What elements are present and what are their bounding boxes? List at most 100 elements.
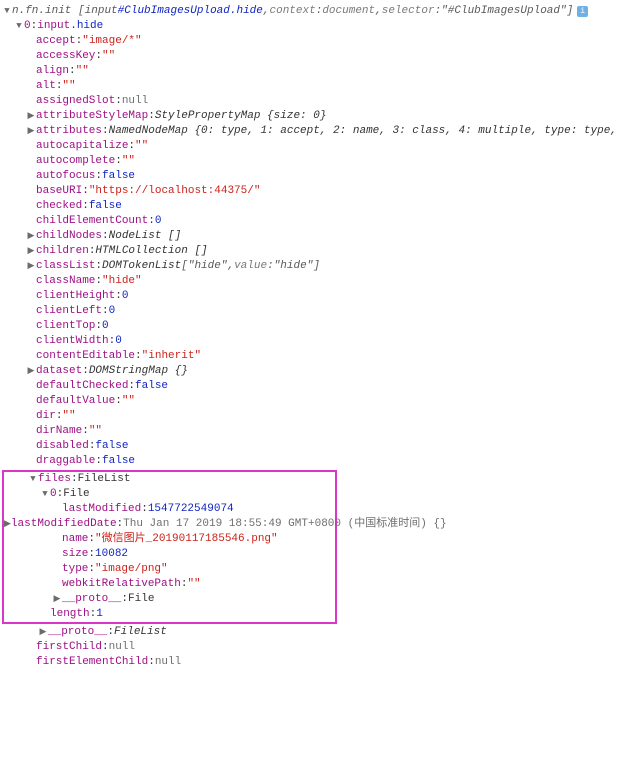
prop-value: "": [135, 139, 148, 154]
expand-arrow[interactable]: ▶: [26, 364, 36, 379]
prop-row-className[interactable]: ▶className: "hide": [2, 274, 633, 289]
prop-row-accept[interactable]: ▶accept: "image/*": [2, 34, 633, 49]
prop-value: null: [122, 94, 148, 109]
expand-arrow[interactable]: ▶: [26, 244, 36, 259]
expand-arrow[interactable]: ▶: [26, 124, 36, 139]
file-0-row[interactable]: ▼ 0 : File: [4, 487, 335, 502]
file-lastmodified-row[interactable]: ▶ lastModified : 1547722549074: [4, 502, 335, 517]
input-class: .hide: [230, 4, 263, 19]
expand-arrow[interactable]: ▶: [26, 259, 36, 274]
prop-value: FileList: [78, 472, 131, 487]
prop-row-dataset[interactable]: ▶dataset: DOMStringMap {}: [2, 364, 633, 379]
prop-row-childElementCount[interactable]: ▶childElementCount: 0: [2, 214, 633, 229]
prop-row-assignedSlot[interactable]: ▶assignedSlot: null: [2, 94, 633, 109]
prop-key: firstElementChild: [36, 655, 148, 670]
index-0-row[interactable]: ▼ 0 : input .hide: [2, 19, 633, 34]
prop-row-align[interactable]: ▶align: "": [2, 64, 633, 79]
prop-value: 0: [155, 214, 162, 229]
prop-row-alt[interactable]: ▶alt: "": [2, 79, 633, 94]
prop-value: null: [109, 640, 135, 655]
expand-arrow[interactable]: ▶: [4, 517, 11, 532]
prop-value: "": [187, 577, 200, 592]
prop-row-dir[interactable]: ▶dir: "": [2, 409, 633, 424]
prop-value: "hide": [102, 274, 142, 289]
prop-value: false: [102, 454, 135, 469]
input-class: .hide: [70, 19, 103, 34]
prop-key: align: [36, 64, 69, 79]
expand-arrow[interactable]: ▶: [26, 229, 36, 244]
prop-row-firstChild[interactable]: ▶firstChild: null: [2, 640, 633, 655]
prop-key: clientTop: [36, 319, 95, 334]
file-size-row[interactable]: ▶ size : 10082: [4, 547, 335, 562]
expand-arrow[interactable]: ▼: [28, 472, 38, 487]
file-type-row[interactable]: ▶ type : "image/png": [4, 562, 335, 577]
prop-row-defaultValue[interactable]: ▶defaultValue: "": [2, 394, 633, 409]
prop-row-accessKey[interactable]: ▶accessKey: "": [2, 49, 633, 64]
expand-arrow[interactable]: ▶: [52, 592, 62, 607]
prop-key: clientLeft: [36, 304, 102, 319]
prop-row-draggable[interactable]: ▶draggable: false: [2, 454, 633, 469]
bracket: ]: [567, 4, 574, 19]
prop-row-autofocus[interactable]: ▶autofocus: false: [2, 169, 633, 184]
prop-row-childNodes[interactable]: ▶childNodes: NodeList []: [2, 229, 633, 244]
prop-key: children: [36, 244, 89, 259]
prop-value: "": [76, 64, 89, 79]
object-header[interactable]: ▼ n.fn.init [ input #ClubImagesUpload .h…: [2, 4, 633, 19]
prop-value: "": [62, 409, 75, 424]
prop-key: __proto__: [62, 592, 121, 607]
prop-value: DOMStringMap {}: [89, 364, 188, 379]
prop-key: accessKey: [36, 49, 95, 64]
prop-key: alt: [36, 79, 56, 94]
file-proto-row[interactable]: ▶ __proto__ : File: [4, 592, 335, 607]
files-highlight-box: ▼ files : FileList ▼ 0 : File ▶ lastModi…: [2, 470, 337, 624]
prop-row-classList[interactable]: ▶classList: DOMTokenList ["hide", value:…: [2, 259, 633, 274]
prop-row-contentEditable[interactable]: ▶contentEditable: "inherit": [2, 349, 633, 364]
prop-key: attributes: [36, 124, 102, 139]
prop-value: NodeList []: [109, 229, 182, 244]
prop-value: 0: [115, 334, 122, 349]
context-key: context: [270, 4, 316, 19]
expand-arrow[interactable]: ▼: [2, 4, 12, 19]
input-tag: input: [37, 19, 70, 34]
files-length-row[interactable]: ▶ length : 1: [4, 607, 335, 622]
prop-row-clientWidth[interactable]: ▶clientWidth: 0: [2, 334, 633, 349]
prop-row-autocomplete[interactable]: ▶autocomplete: "": [2, 154, 633, 169]
prop-row-dirName[interactable]: ▶dirName: "": [2, 424, 633, 439]
context-val: document: [322, 4, 375, 19]
prop-value: null: [155, 655, 181, 670]
expand-arrow[interactable]: ▼: [14, 19, 24, 34]
expand-arrow[interactable]: ▶: [38, 625, 48, 640]
file-webkit-row[interactable]: ▶ webkitRelativePath : "": [4, 577, 335, 592]
prop-key: __proto__: [48, 625, 107, 640]
prop-value: FileList: [114, 625, 167, 640]
info-icon[interactable]: i: [577, 6, 588, 17]
prop-row-attributes[interactable]: ▶attributes: NamedNodeMap {0: type, 1: a…: [2, 124, 633, 139]
prop-value: "": [62, 79, 75, 94]
prop-row-attributeStyleMap[interactable]: ▶attributeStyleMap: StylePropertyMap {si…: [2, 109, 633, 124]
prop-key: checked: [36, 199, 82, 214]
file-name-row[interactable]: ▶ name : "微信图片_20190117185546.png": [4, 532, 335, 547]
prop-row-firstElementChild[interactable]: ▶firstElementChild: null: [2, 655, 633, 670]
prop-key: firstChild: [36, 640, 102, 655]
prop-value: 0: [102, 319, 109, 334]
expand-arrow[interactable]: ▶: [26, 109, 36, 124]
prop-row-clientTop[interactable]: ▶clientTop: 0: [2, 319, 633, 334]
prop-row-baseURI[interactable]: ▶baseURI: "https://localhost:44375/": [2, 184, 633, 199]
prop-row-clientHeight[interactable]: ▶clientHeight: 0: [2, 289, 633, 304]
prop-value: 10082: [95, 547, 128, 562]
prop-key: disabled: [36, 439, 89, 454]
prop-key: childElementCount: [36, 214, 148, 229]
prop-row-__proto__[interactable]: ▶__proto__: FileList: [2, 625, 633, 640]
prop-row-clientLeft[interactable]: ▶clientLeft: 0: [2, 304, 633, 319]
file-lastmodifieddate-row[interactable]: ▶ lastModifiedDate : Thu Jan 17 2019 18:…: [4, 517, 335, 532]
prop-key: 0: [24, 19, 31, 34]
expand-arrow[interactable]: ▼: [40, 487, 50, 502]
prop-row-disabled[interactable]: ▶disabled: false: [2, 439, 633, 454]
prop-row-defaultChecked[interactable]: ▶defaultChecked: false: [2, 379, 633, 394]
prop-key: clientHeight: [36, 289, 115, 304]
prop-value: StylePropertyMap {size: 0}: [155, 109, 327, 124]
prop-row-autocapitalize[interactable]: ▶autocapitalize: "": [2, 139, 633, 154]
files-row[interactable]: ▼ files : FileList: [4, 472, 335, 487]
prop-row-children[interactable]: ▶children: HTMLCollection []: [2, 244, 633, 259]
prop-row-checked[interactable]: ▶checked: false: [2, 199, 633, 214]
